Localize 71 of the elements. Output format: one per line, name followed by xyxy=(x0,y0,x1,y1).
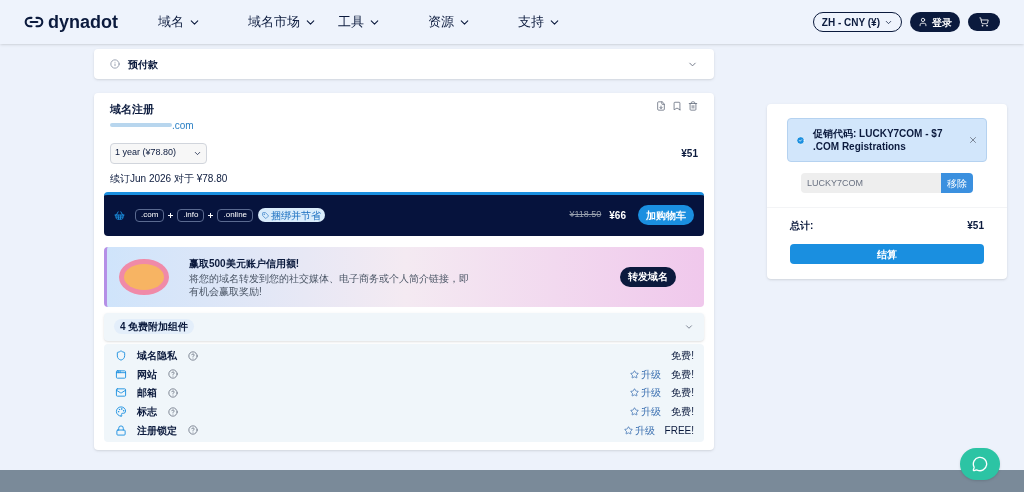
item-price: ¥51 xyxy=(681,146,698,161)
renewal-note: 续订Jun 2026 对于 ¥78.80 xyxy=(109,171,229,186)
tag-icon xyxy=(262,211,270,219)
close-icon[interactable] xyxy=(968,135,978,145)
nav-menu-item[interactable]: 域名 xyxy=(158,12,248,32)
nav-menu-item[interactable]: 域名市场 xyxy=(248,12,338,32)
star-icon xyxy=(630,407,640,417)
total-label: 总计: xyxy=(790,219,814,233)
tld-chip: .com xyxy=(135,208,165,222)
addon-name: 邮箱 xyxy=(137,386,157,401)
upgrade-link[interactable]: 升级 xyxy=(630,404,662,420)
total-price: ¥51 xyxy=(967,219,984,233)
promo-code-field[interactable]: LUCKY7COM xyxy=(801,173,941,193)
cart-icon xyxy=(979,17,989,27)
addon-name: 域名隐私 xyxy=(137,349,177,364)
addon-name: 网站 xyxy=(137,367,157,382)
addon-price: 免费! xyxy=(671,405,694,420)
basket-icon xyxy=(114,209,125,221)
help-icon[interactable] xyxy=(168,388,178,398)
star-icon xyxy=(630,369,640,379)
addon-price: 免费! xyxy=(671,349,694,364)
term-select[interactable]: 1 year (¥78.80) xyxy=(110,142,207,164)
promo-text: 将您的域名转发到您的社交媒体、电子商务或个人简介链接，即有机会赢取奖励! xyxy=(189,271,469,298)
upgrade-link[interactable]: 升级 xyxy=(623,422,655,438)
star-icon xyxy=(623,425,633,435)
login-button[interactable]: 登录 xyxy=(910,12,960,32)
chat-icon xyxy=(972,456,988,472)
addon-name: 注册锁定 xyxy=(137,423,177,438)
chat-button[interactable] xyxy=(960,448,1000,480)
tld-chip: .online xyxy=(217,208,254,222)
promo-title: 赢取500美元账户信用额! xyxy=(189,256,300,271)
tld-chip: .info xyxy=(177,208,205,222)
forward-domain-button[interactable]: 转发域名 xyxy=(620,266,676,287)
addon-price: FREE! xyxy=(664,423,694,438)
upgrade-link[interactable]: 升级 xyxy=(630,366,662,382)
bookmark-icon[interactable] xyxy=(672,101,682,111)
domain-suffix: .com xyxy=(172,118,194,133)
nav-menu-item[interactable]: 支持 xyxy=(518,12,608,32)
lock-icon xyxy=(114,424,128,436)
bundle-price: ¥66 xyxy=(609,208,626,223)
addons-count-label: 4 免费附加组件 xyxy=(114,319,195,334)
addon-name: 标志 xyxy=(137,405,157,420)
upgrade-link[interactable]: 升级 xyxy=(630,385,662,401)
shield-icon xyxy=(114,350,128,362)
bundle-tag: 捆绑并节省 xyxy=(258,208,326,222)
logo[interactable]: dynadot xyxy=(48,8,118,36)
help-icon[interactable] xyxy=(188,425,198,436)
download-icon[interactable] xyxy=(656,101,666,111)
nav-menu-item[interactable]: 工具 xyxy=(338,12,428,32)
user-icon xyxy=(918,17,928,27)
help-icon[interactable] xyxy=(188,350,198,361)
star-icon xyxy=(630,388,640,398)
blurred-domain xyxy=(110,123,172,127)
plus-sign xyxy=(168,212,174,218)
item-title: 域名注册 xyxy=(110,102,155,117)
delete-icon[interactable] xyxy=(688,101,698,111)
old-price: ¥118.50 xyxy=(569,208,602,222)
prepay-panel[interactable]: 预付款 xyxy=(94,49,714,79)
check-icon xyxy=(796,135,805,145)
mail-icon xyxy=(114,387,128,399)
info-icon xyxy=(110,59,120,69)
website-icon xyxy=(114,368,128,380)
help-icon[interactable] xyxy=(168,369,178,380)
help-icon[interactable] xyxy=(168,406,178,417)
palette-icon xyxy=(114,406,128,418)
cart-button[interactable] xyxy=(968,13,1000,31)
plus-sign xyxy=(208,212,214,218)
addon-price: 免费! xyxy=(671,367,694,382)
nav-menu-item[interactable]: 资源 xyxy=(428,12,518,32)
addon-price: 免费! xyxy=(671,386,694,401)
promo-notice-text: 促销代码: LUCKY7COM - $7 .COM Registrations xyxy=(813,127,944,153)
